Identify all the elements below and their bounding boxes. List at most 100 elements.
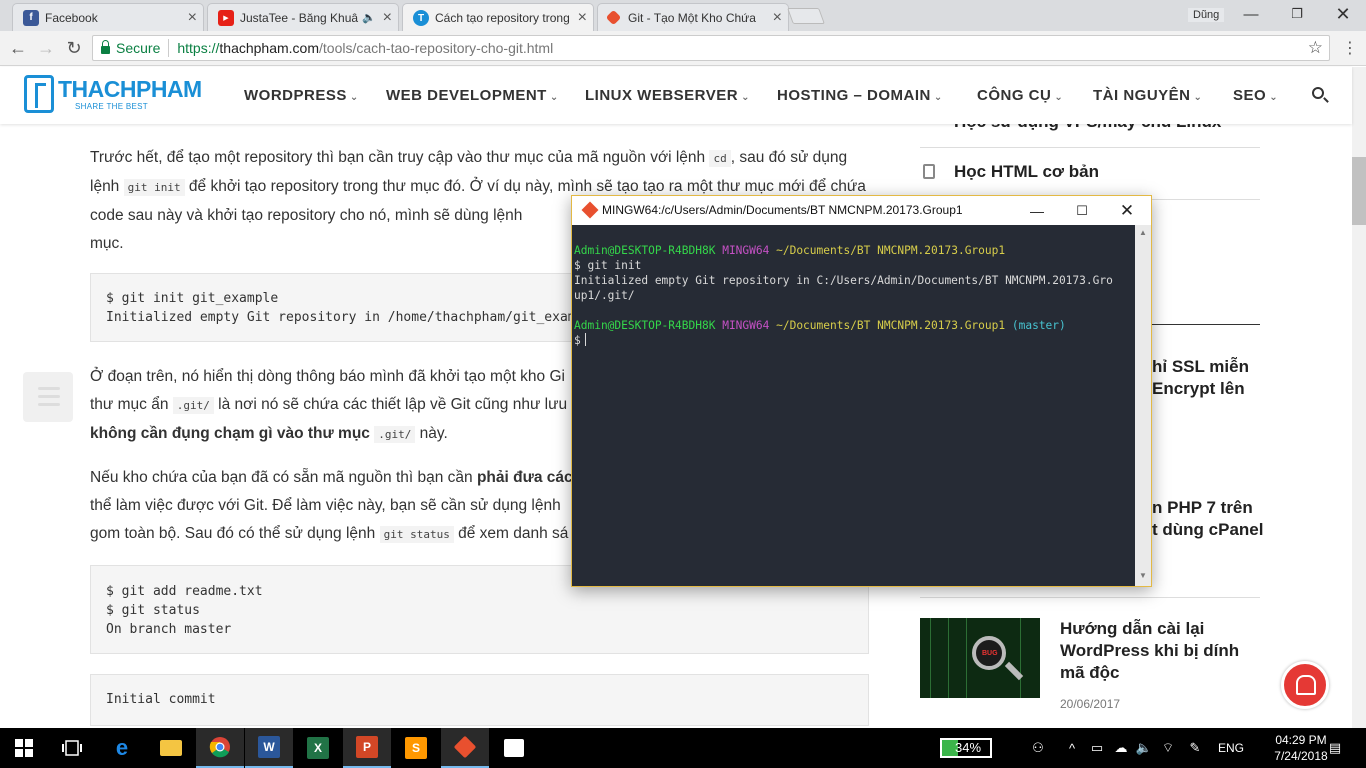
close-window-icon[interactable]: ✕	[1320, 0, 1366, 28]
nav-linux-webserver[interactable]: LINUX WEBSERVER ⌄	[585, 87, 750, 104]
minimize-icon[interactable]: —	[1228, 0, 1274, 28]
restore-icon[interactable]: ❐	[1274, 0, 1320, 28]
store-button[interactable]	[490, 728, 538, 768]
tab-git[interactable]: ◆ Git - Tạo Một Kho Chứa ×	[597, 3, 789, 31]
battery-indicator[interactable]: 34%	[940, 738, 992, 758]
thachpham-icon: T	[413, 10, 429, 26]
decoration	[948, 618, 949, 698]
scroll-up-icon[interactable]: ▲	[1139, 228, 1147, 237]
nav-seo[interactable]: SEO ⌄	[1233, 87, 1278, 104]
sidebar-post-php-line1[interactable]: n PHP 7 trên	[1152, 497, 1253, 519]
url-path: /tools/cach-tao-repository-cho-git.html	[319, 40, 554, 56]
chrome-button[interactable]	[196, 728, 244, 768]
new-tab-button[interactable]	[787, 8, 825, 24]
post-thumbnail[interactable]: BUG	[920, 618, 1040, 698]
chevron-down-icon: ⌄	[1269, 92, 1279, 103]
close-icon[interactable]: ×	[773, 9, 782, 27]
logo-icon[interactable]	[24, 75, 54, 113]
prompt-branch: (master)	[1011, 319, 1066, 332]
prompt-line: Admin@DESKTOP-R4BDH8K MINGW64 ~/Document…	[574, 318, 1135, 333]
input-line[interactable]: $	[574, 333, 1135, 348]
menu-icon[interactable]: ⋮	[1336, 35, 1364, 61]
page-scrollbar-thumb[interactable]	[1352, 157, 1366, 225]
back-icon[interactable]: ←	[4, 35, 32, 61]
battery-small-icon[interactable]: ▭	[1088, 728, 1106, 768]
table-of-contents-button[interactable]	[23, 372, 73, 422]
scroll-down-icon[interactable]: ▼	[1139, 571, 1147, 580]
sidebar-post-title-line2[interactable]: WordPress khi bị dính	[1060, 640, 1239, 662]
close-icon[interactable]: ✕	[1107, 199, 1147, 223]
tab-title: Facebook	[45, 10, 98, 25]
volume-icon[interactable]: 🔈	[1134, 728, 1154, 768]
sidebar-post-title-line3[interactable]: mã độc	[1060, 662, 1120, 684]
forward-icon[interactable]: →	[32, 35, 60, 61]
close-icon[interactable]: ×	[188, 9, 197, 27]
pen-icon[interactable]: ✎	[1184, 728, 1206, 768]
tab-facebook[interactable]: f Facebook ×	[12, 3, 204, 31]
nav-wordpress[interactable]: WORDPRESS ⌄	[244, 87, 359, 104]
network-icon[interactable]: ⌔	[1158, 728, 1178, 768]
word-button[interactable]: W	[245, 728, 293, 768]
bookmark-star-icon[interactable]: ☆	[1308, 38, 1323, 58]
profile-button[interactable]: Dũng	[1188, 8, 1225, 22]
list-icon	[38, 395, 60, 398]
people-icon[interactable]: ⚇	[1026, 728, 1050, 768]
terminal-output[interactable]: Admin@DESKTOP-R4BDH8K MINGW64 ~/Document…	[572, 225, 1135, 586]
prompt-user: Admin@DESKTOP-R4BDH8K	[574, 319, 716, 332]
code-line: $ git status	[106, 603, 200, 618]
powerpoint-button[interactable]: P	[343, 728, 391, 768]
notification-bell-button[interactable]	[1281, 661, 1329, 709]
search-icon[interactable]	[1312, 87, 1324, 99]
nav-tai-nguyen[interactable]: TÀI NGUYÊN ⌄	[1093, 87, 1202, 104]
edge-button[interactable]: e	[98, 728, 146, 768]
nav-cong-cu[interactable]: CÔNG CỤ ⌄	[977, 87, 1063, 104]
sidebar-post-php-line2[interactable]: t dùng cPanel	[1152, 519, 1263, 541]
onedrive-icon[interactable]: ☁	[1110, 728, 1132, 768]
text: là nơi nó sẽ chứa các thiết lập về Git c…	[213, 396, 568, 413]
speaker-icon[interactable]: 🔈	[362, 11, 376, 24]
action-center-icon[interactable]: ▤	[1322, 728, 1348, 768]
sublime-button[interactable]: S	[392, 728, 440, 768]
address-bar[interactable]: Secure https:// thachpham.com /tools/cac…	[92, 35, 1330, 61]
language-indicator[interactable]: ENG	[1214, 728, 1248, 768]
terminal-scrollbar[interactable]: ▲ ▼	[1135, 225, 1151, 586]
excel-button[interactable]: X	[294, 728, 342, 768]
nav-label: WEB DEVELOPMENT	[386, 87, 547, 104]
nav-label: SEO	[1233, 87, 1267, 104]
text: này.	[415, 425, 448, 442]
task-view-button[interactable]	[48, 728, 96, 768]
nav-web-development[interactable]: WEB DEVELOPMENT ⌄	[386, 87, 559, 104]
url-host: thachpham.com	[219, 40, 319, 56]
start-button[interactable]	[0, 728, 48, 768]
reload-icon[interactable]: ↻	[60, 35, 88, 61]
site-header: THACHPHAM SHARE THE BEST WORDPRESS ⌄ WEB …	[0, 67, 1352, 124]
taskbar: e W X P S 34% ⚇ ^ ▭ ☁ 🔈 ⌔ ✎ ENG 04:29 PM…	[0, 728, 1366, 768]
tab-thachpham[interactable]: T Cách tạo repository trong ×	[402, 3, 594, 32]
maximize-icon[interactable]: ☐	[1062, 199, 1102, 223]
browser-tab-strip: f Facebook × ▶ JustaTee - Băng Khuâ 🔈 × …	[0, 0, 1366, 32]
text: để xem danh sá	[453, 525, 569, 542]
chevron-up-icon[interactable]: ^	[1062, 728, 1082, 768]
git-bash-button[interactable]	[441, 728, 489, 768]
git-bash-icon	[581, 201, 599, 219]
close-icon[interactable]: ×	[383, 9, 392, 27]
sidebar-post-title-line1[interactable]: Hướng dẫn cài lại	[1060, 618, 1204, 640]
store-icon	[504, 739, 524, 757]
prompt-user: Admin@DESKTOP-R4BDH8K	[574, 244, 716, 257]
decoration	[966, 618, 967, 698]
tab-youtube[interactable]: ▶ JustaTee - Băng Khuâ 🔈 ×	[207, 3, 399, 31]
file-explorer-button[interactable]	[147, 728, 195, 768]
git-icon: ◆	[605, 9, 622, 26]
edge-icon: e	[115, 735, 129, 760]
prompt-symbol: $	[574, 334, 581, 347]
divider	[168, 39, 170, 57]
logo-text[interactable]: THACHPHAM	[58, 76, 202, 103]
sidebar-link-html[interactable]: Học HTML cơ bản	[954, 161, 1099, 183]
minimize-icon[interactable]: —	[1017, 199, 1057, 223]
close-icon[interactable]: ×	[578, 9, 587, 27]
sidebar-post-ssl-line1[interactable]: hỉ SSL miễn	[1152, 356, 1249, 378]
terminal-titlebar[interactable]: MINGW64:/c/Users/Admin/Documents/BT NMCN…	[572, 196, 1151, 225]
nav-hosting-domain[interactable]: HOSTING – DOMAIN ⌄	[777, 87, 943, 104]
decoration	[930, 618, 931, 698]
sidebar-post-ssl-line2[interactable]: Encrypt lên	[1152, 378, 1245, 400]
